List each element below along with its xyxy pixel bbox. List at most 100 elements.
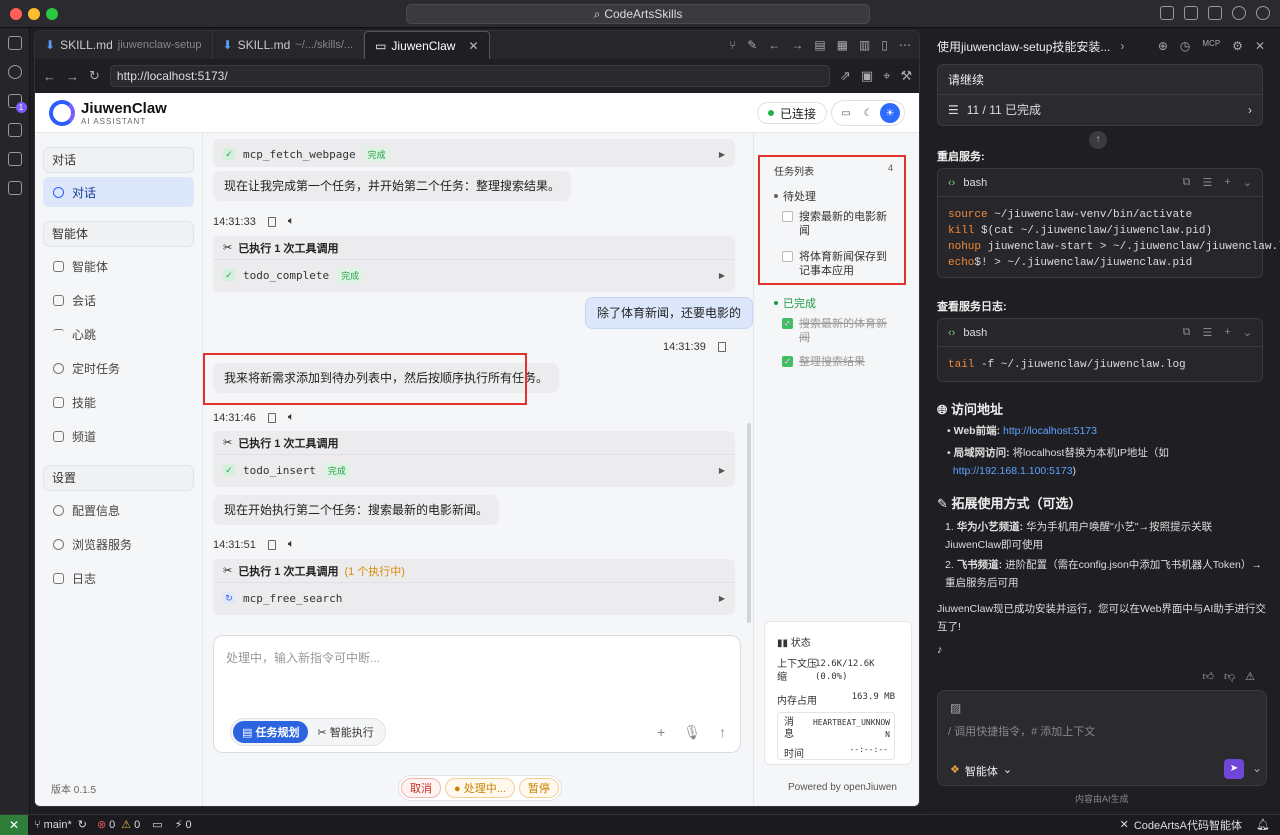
- codearts-agent-status[interactable]: CodeArtsA代码智能体: [1134, 817, 1242, 833]
- error-count[interactable]: 0: [109, 819, 115, 831]
- expand-icon[interactable]: ▶: [719, 466, 725, 475]
- command-center-search[interactable]: ⌕ CodeArtsSkills: [406, 4, 870, 24]
- sidebar-item-channels[interactable]: 频道: [43, 421, 194, 451]
- close-tab-icon[interactable]: ✕: [468, 39, 478, 53]
- sidebar-item-chat[interactable]: 对话: [43, 177, 194, 207]
- forward-icon[interactable]: →: [66, 69, 79, 84]
- cancel-button[interactable]: 取消: [401, 778, 441, 798]
- extensions-icon[interactable]: [7, 152, 22, 166]
- microphone-icon[interactable]: 🎙︎: [683, 724, 701, 741]
- send-arrow-icon[interactable]: ↑: [719, 724, 726, 741]
- tool-row[interactable]: ✓ mcp_fetch_webpage 完成 ▶: [213, 139, 735, 169]
- add-icon[interactable]: +: [657, 724, 665, 741]
- speaker-icon[interactable]: 🔈︎: [288, 411, 295, 424]
- sidebar-item-browser[interactable]: 浏览器服务: [43, 529, 194, 559]
- bell-icon[interactable]: 🔔︎: [1256, 818, 1270, 831]
- tab-jiuwenclaw[interactable]: ▭ JiuwenClaw ✕: [364, 31, 490, 59]
- copy-icon[interactable]: [717, 342, 726, 352]
- close-icon[interactable]: ✕: [1255, 39, 1265, 53]
- warning-count[interactable]: 0: [134, 819, 140, 831]
- warning-icon[interactable]: ⚠: [1245, 670, 1255, 683]
- web-url-link[interactable]: http://localhost:5173: [1003, 425, 1097, 437]
- tools-icon[interactable]: ⚒: [900, 68, 912, 84]
- sync-icon[interactable]: ↻: [78, 818, 87, 831]
- scroll-up-button[interactable]: ↑: [1089, 131, 1107, 149]
- search-icon[interactable]: [7, 65, 22, 79]
- progress-row[interactable]: ☰ 11 / 11 已完成 ›: [938, 95, 1262, 125]
- chevron-down-icon[interactable]: ⌄: [1243, 326, 1252, 339]
- sidebar-item-scheduled[interactable]: 定时任务: [43, 353, 194, 383]
- chevron-down-icon[interactable]: ⌄: [1252, 761, 1262, 775]
- thumbs-down-icon[interactable]: 👎︎: [1224, 670, 1235, 683]
- chat-input-box[interactable]: 处理中，输入新指令可中断... ▤ 任务规划 ✂ 智能执行 + 🎙︎ ↑: [213, 635, 741, 753]
- expand-icon[interactable]: ▶: [719, 594, 725, 603]
- maximize-window-button[interactable]: [46, 8, 58, 20]
- git-branch[interactable]: main*: [44, 819, 72, 831]
- conversation-title[interactable]: 使用jiuwenclaw-setup技能安装...: [937, 38, 1110, 55]
- add-icon[interactable]: +: [1224, 176, 1230, 189]
- agent-selector[interactable]: ❖ 智能体 ⌄: [950, 763, 1012, 779]
- pause-button[interactable]: 暂停: [518, 778, 559, 798]
- remote-indicator-icon[interactable]: ✕: [0, 814, 28, 835]
- sidebar-item-logs[interactable]: 日志: [43, 563, 194, 593]
- copy-icon[interactable]: [267, 216, 276, 227]
- toggle-panel-icon[interactable]: [1184, 6, 1198, 20]
- copy-icon[interactable]: ⧉: [1183, 176, 1191, 189]
- remote-icon[interactable]: [7, 181, 22, 195]
- forward-icon[interactable]: →: [791, 38, 803, 52]
- back-icon[interactable]: ←: [43, 69, 56, 84]
- gear-icon[interactable]: ⚙: [1232, 39, 1243, 53]
- list-icon[interactable]: ☰: [1202, 176, 1212, 189]
- send-button[interactable]: ➤: [1224, 759, 1244, 779]
- mcp-icon[interactable]: MCP: [1202, 39, 1220, 53]
- layout-icon[interactable]: ▯: [881, 38, 888, 52]
- checkbox-checked[interactable]: ✓: [782, 356, 793, 367]
- more-icon[interactable]: ⋯: [899, 38, 911, 52]
- chevron-down-icon[interactable]: ⌄: [1243, 176, 1252, 189]
- task-item-done[interactable]: ✓ 整理搜索结果: [782, 355, 894, 369]
- sidebar-item-agent[interactable]: 智能体: [43, 251, 194, 281]
- mode-plan-button[interactable]: ▤ 任务规划: [233, 721, 309, 743]
- task-item-done[interactable]: ✓ 搜索最新的体育新闻: [782, 317, 894, 345]
- speaker-icon[interactable]: 🔈︎: [288, 215, 295, 228]
- settings-icon[interactable]: [1256, 6, 1270, 20]
- toggle-secondary-sidebar-icon[interactable]: [1208, 6, 1222, 20]
- copy-icon[interactable]: [267, 539, 276, 550]
- reload-icon[interactable]: ↻: [89, 68, 100, 84]
- edit-icon[interactable]: ✎: [747, 38, 757, 52]
- thumbs-up-icon[interactable]: 👍︎: [1202, 670, 1214, 683]
- sidebar-item-session[interactable]: 会话: [43, 285, 194, 315]
- moon-icon[interactable]: ☾: [858, 103, 878, 123]
- tool-row[interactable]: ✓ todo_insert 完成 ▶: [213, 455, 735, 485]
- add-icon[interactable]: +: [1224, 326, 1230, 339]
- source-control-icon[interactable]: 1: [7, 94, 27, 113]
- list-icon[interactable]: ☰: [1202, 326, 1212, 339]
- sidebar-item-heartbeat[interactable]: 心跳: [43, 319, 194, 349]
- minimize-window-button[interactable]: [28, 8, 40, 20]
- sidebar-item-config[interactable]: 配置信息: [43, 495, 194, 525]
- monitor-icon[interactable]: ▭: [836, 103, 856, 123]
- open-external-icon[interactable]: ⇗: [840, 68, 851, 84]
- lan-url-link[interactable]: http://192.168.1.100:5173: [953, 465, 1073, 477]
- checkbox-checked[interactable]: ✓: [782, 318, 793, 329]
- inspect-icon[interactable]: ⌖: [883, 68, 890, 84]
- copy-icon[interactable]: ⧉: [1183, 326, 1191, 339]
- back-icon[interactable]: ←: [768, 38, 780, 52]
- tool-row[interactable]: ✓ todo_complete 完成 ▶: [213, 260, 735, 290]
- ports-count[interactable]: 0: [185, 819, 191, 831]
- debug-icon[interactable]: [7, 123, 22, 137]
- git-compare-icon[interactable]: ⑂: [729, 38, 736, 52]
- split-icon[interactable]: ▥: [859, 38, 870, 52]
- tab-skill-md-1[interactable]: ⬇ SKILL.md jiuwenclaw-setup: [35, 31, 213, 59]
- new-chat-icon[interactable]: ⊕: [1158, 39, 1168, 53]
- image-icon[interactable]: ▨: [950, 701, 961, 715]
- speaker-icon[interactable]: 🔈︎: [288, 538, 295, 551]
- url-field[interactable]: http://localhost:5173/: [109, 65, 830, 87]
- assistant-input-box[interactable]: ▨ / 调用快捷指令，# 添加上下文 ❖ 智能体 ⌄ ➤ ⌄: [937, 690, 1267, 786]
- tab-skill-md-2[interactable]: ⬇ SKILL.md ~/.../skills/...: [213, 31, 365, 59]
- mode-exec-button[interactable]: ✂ 智能执行: [308, 721, 382, 743]
- tool-row[interactable]: ↻ mcp_free_search ▶: [213, 583, 735, 613]
- history-icon[interactable]: ◷: [1180, 39, 1190, 53]
- copy-icon[interactable]: [267, 412, 276, 423]
- account-icon[interactable]: [1232, 6, 1246, 20]
